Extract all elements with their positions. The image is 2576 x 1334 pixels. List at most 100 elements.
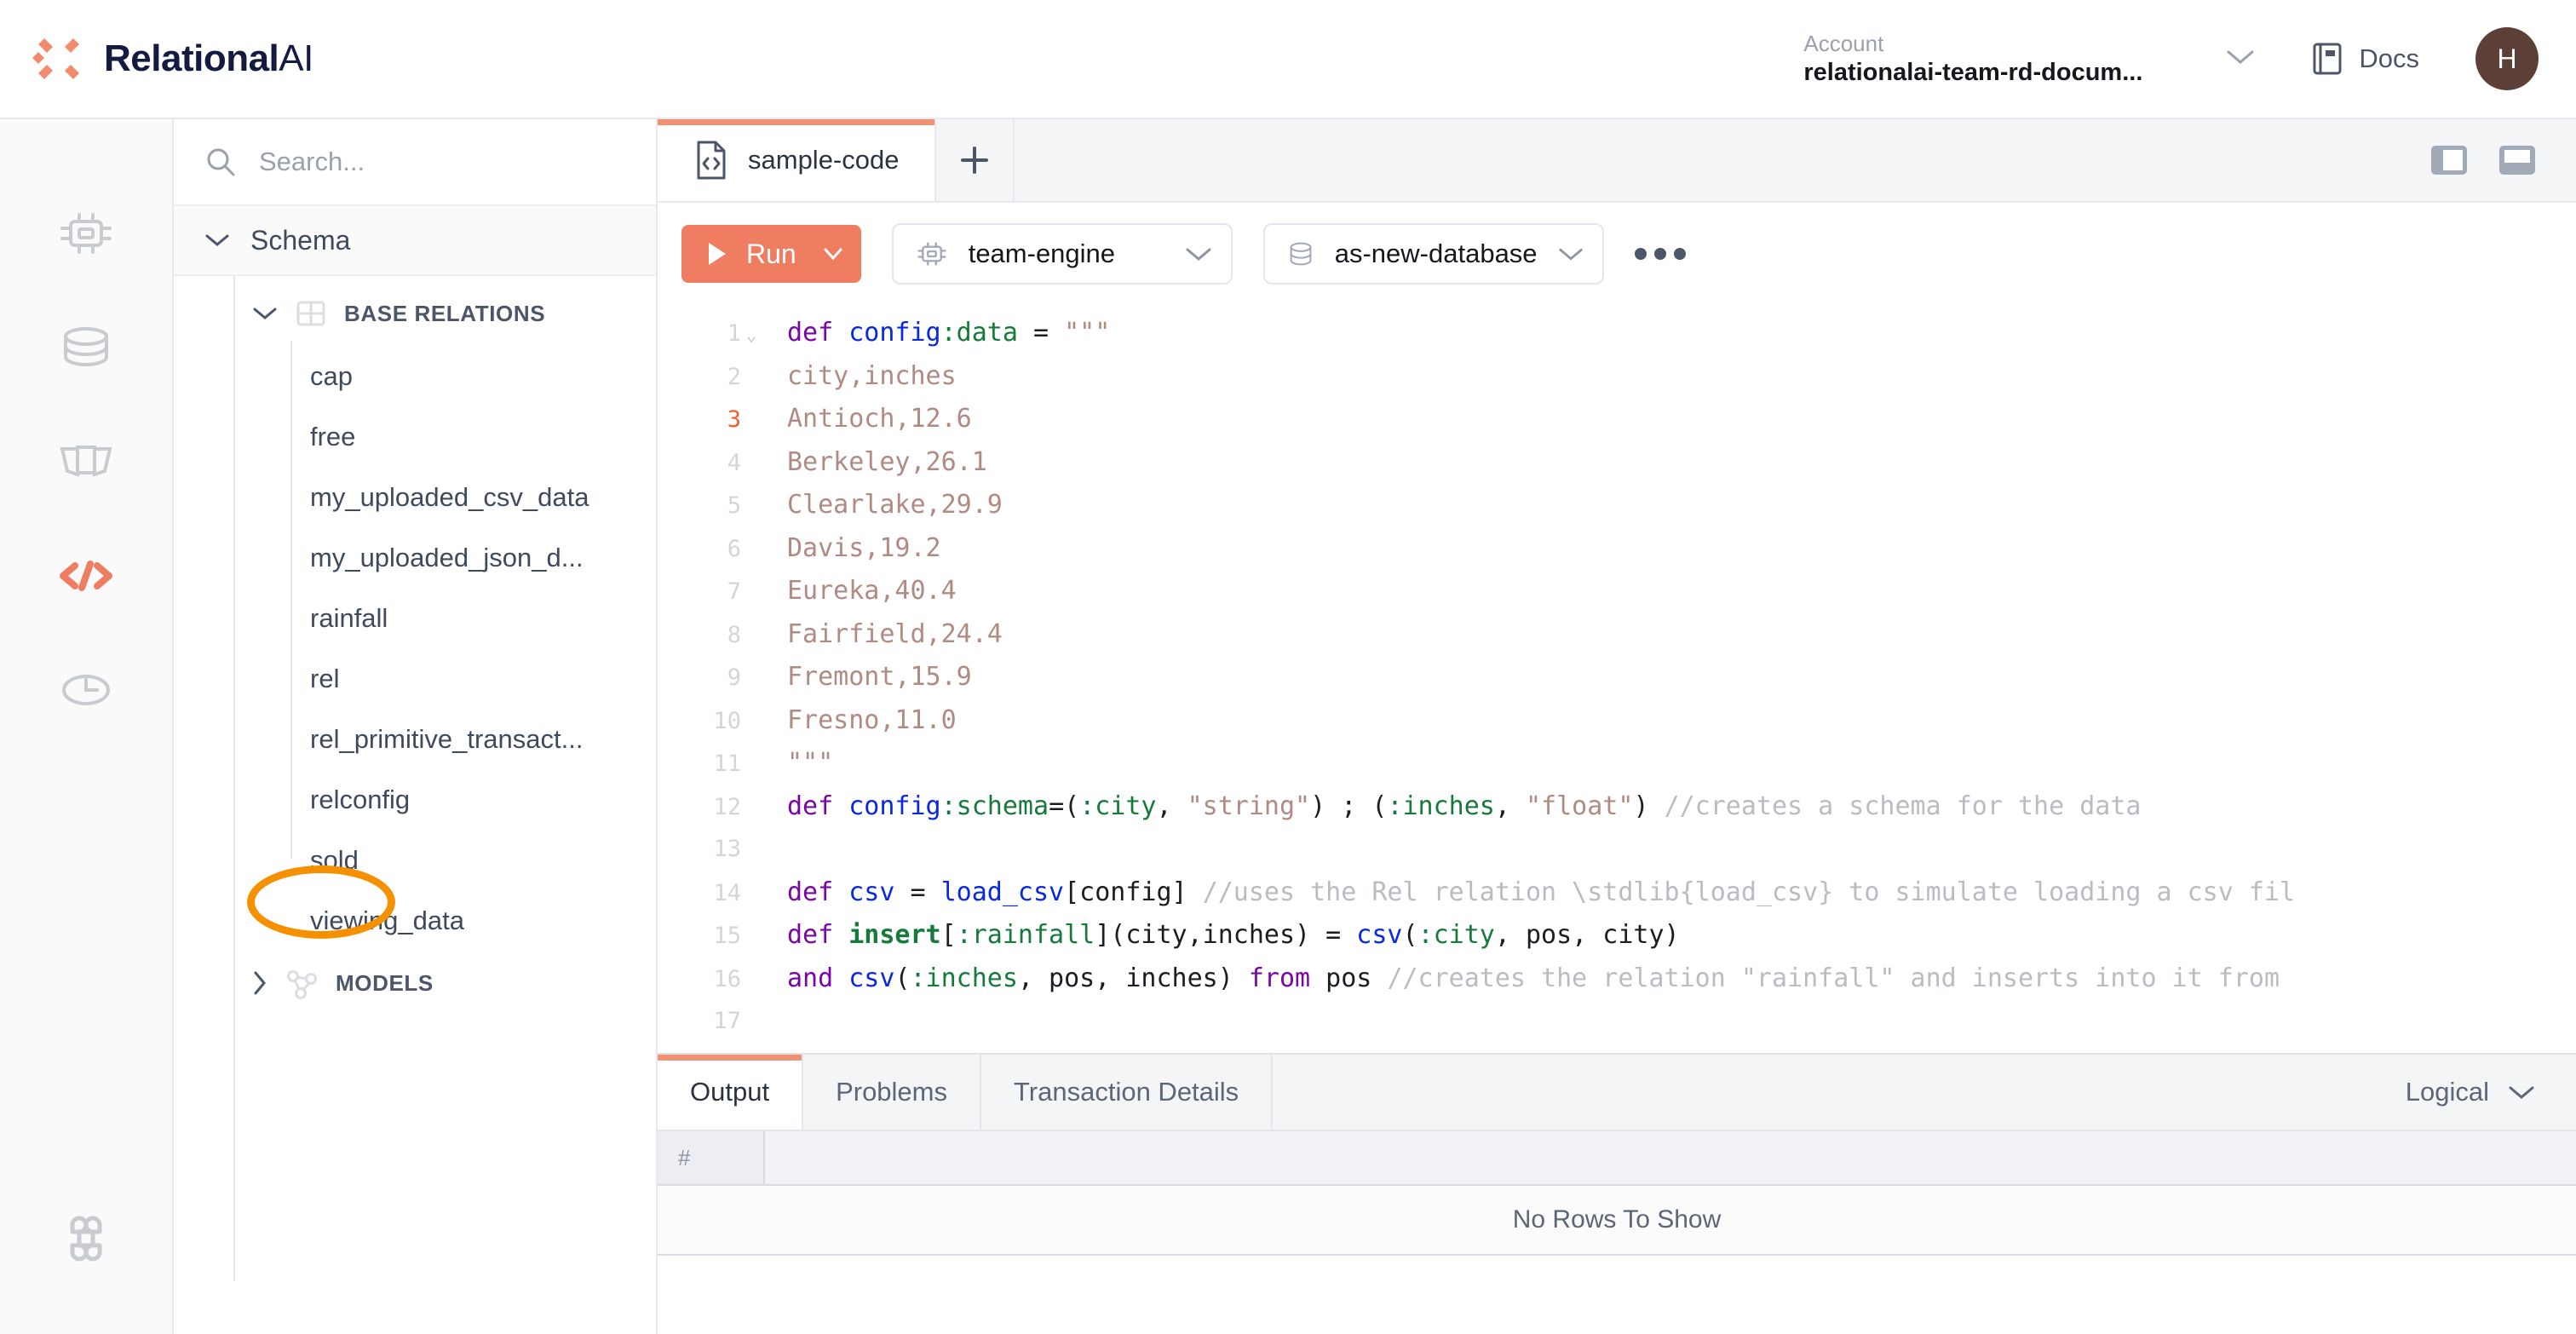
tree-item-cap[interactable]: cap [174, 346, 656, 406]
tree-group-base-relations[interactable]: BASE RELATIONS [174, 281, 656, 346]
tree-item-viewing-data[interactable]: viewing_data [174, 890, 656, 951]
brand-logo[interactable]: RelationalAI [0, 35, 313, 83]
tree-item-free[interactable]: free [174, 406, 656, 467]
code-line[interactable]: 1 ⌄ def config:data = """ [658, 312, 2576, 355]
rail-item-shortcuts[interactable] [42, 1194, 130, 1283]
run-chevron-down-icon[interactable] [814, 245, 853, 262]
file-code-icon [697, 141, 726, 180]
code-line[interactable]: 12 def config:schema=(:city, "string") ; … [658, 785, 2576, 829]
output-tab-transaction-details[interactable]: Transaction Details [981, 1055, 1274, 1130]
code-token: ( [894, 963, 911, 993]
bottom-panel-icon[interactable] [2498, 143, 2537, 177]
tree-item-relconfig[interactable]: relconfig [174, 769, 656, 830]
code-token: ](city,inches) = [1095, 920, 1357, 950]
code-line[interactable]: 11 """ [658, 742, 2576, 785]
database-selector[interactable]: as-new-database [1262, 223, 1604, 285]
tree-guide-line-2 [290, 341, 292, 859]
code-line[interactable]: 5 Clearlake,29.9 [658, 484, 2576, 527]
main-area: sample-code Run team-engine as-new-datab… [658, 119, 2576, 1334]
tab-sample-code[interactable]: sample-code [658, 119, 937, 201]
code-line[interactable]: 7 Eureka,40.4 [658, 570, 2576, 613]
code-line-text: Fresno,11.0 [773, 699, 957, 743]
code-token: Antioch,12.6 [787, 404, 972, 434]
run-button[interactable]: Run [681, 225, 861, 283]
code-token: , pos, inches) [1017, 963, 1249, 993]
search-bar[interactable]: Search... [174, 119, 656, 206]
rail-item-database[interactable] [42, 303, 130, 392]
rail-item-history[interactable] [42, 646, 130, 734]
app-body: Search... Schema BASE RELATIONS cap free… [0, 119, 2576, 1334]
column-header-index[interactable]: # [658, 1131, 765, 1184]
code-token: from [1248, 963, 1311, 993]
account-selector[interactable]: Account relationalai-team-rd-docum... [1803, 30, 2204, 89]
tree-item-rel[interactable]: rel [174, 648, 656, 709]
code-token: ( [1402, 920, 1418, 950]
code-line[interactable]: 14 def csv = load_csv[config] //uses the … [658, 871, 2576, 915]
rail-item-model[interactable] [42, 417, 130, 506]
code-lines[interactable]: 1 ⌄ def config:data = """ 2 city,inches 3 Anti… [658, 305, 2576, 1044]
line-number: 3 [727, 406, 741, 433]
schema-header[interactable]: Schema [174, 206, 656, 276]
brand-name: RelationalAI [104, 40, 313, 78]
code-token: config [848, 791, 941, 821]
avatar-initial: H [2497, 43, 2517, 74]
code-line[interactable]: 4 Berkeley,26.1 [658, 441, 2576, 485]
schema-sidebar: Search... Schema BASE RELATIONS cap free… [174, 119, 658, 1334]
clock-icon [62, 675, 110, 705]
code-editor[interactable]: 1 ⌄ def config:data = """ 2 city,inches 3 Anti… [658, 305, 2576, 1053]
search-input[interactable]: Search... [259, 147, 365, 177]
engine-selector[interactable]: team-engine [891, 223, 1233, 285]
code-token: , [1494, 791, 1526, 821]
run-label: Run [746, 238, 796, 269]
code-token: :inches [1387, 791, 1495, 821]
chip-icon [917, 242, 946, 266]
fold-chevron-down-icon[interactable]: ⌄ [746, 313, 773, 357]
code-token: //creates a schema for the data [1664, 791, 2142, 821]
chevron-down-icon [2509, 1086, 2534, 1099]
code-line[interactable]: 8 Fairfield,24.4 [658, 613, 2576, 657]
play-icon [709, 243, 726, 265]
code-line[interactable]: 17 [658, 1000, 2576, 1044]
tab-label: sample-code [748, 145, 900, 175]
tree-item-rel-primitive-transaction[interactable]: rel_primitive_transact... [174, 709, 656, 769]
chevron-down-icon [1558, 248, 1583, 261]
tree-item-my-uploaded-csv-data[interactable]: my_uploaded_csv_data [174, 467, 656, 527]
tree-item-rainfall[interactable]: rainfall [174, 588, 656, 648]
code-line-text: city,inches [773, 355, 957, 399]
account-chevron-down-icon[interactable] [2226, 49, 2255, 70]
avatar[interactable]: H [2475, 27, 2539, 90]
code-line-text: Eureka,40.4 [773, 570, 957, 613]
ellipsis-dot [1653, 248, 1666, 260]
code-line[interactable]: 3 Antioch,12.6 [658, 398, 2576, 441]
new-tab-button[interactable] [936, 119, 1015, 201]
code-line[interactable]: 16 and csv(:inches, pos, inches) from pos… [658, 957, 2576, 1001]
chevron-down-icon [1186, 248, 1211, 261]
code-line[interactable]: 15 def insert[:rainfall](city,inches) = c… [658, 914, 2576, 957]
code-token: [config] [1064, 877, 1203, 907]
ellipsis-dot [1634, 248, 1647, 260]
code-token: """ [1064, 318, 1111, 348]
code-line[interactable]: 9 Fremont,15.9 [658, 656, 2576, 699]
more-options-button[interactable] [1634, 248, 1686, 260]
brand-name-main: Relational [104, 37, 279, 79]
code-line[interactable]: 6 Davis,19.2 [658, 527, 2576, 571]
output-tab-problems[interactable]: Problems [803, 1055, 981, 1130]
output-tab-output[interactable]: Output [658, 1055, 804, 1130]
code-line[interactable]: 10 Fresno,11.0 [658, 699, 2576, 743]
code-token: :schema [940, 791, 1049, 821]
output-mode-label: Logical [2405, 1077, 2489, 1107]
rail-item-editor[interactable] [42, 532, 130, 620]
tree-item-sold[interactable]: sold [174, 830, 656, 890]
tree-item-my-uploaded-json-data[interactable]: my_uploaded_json_d... [174, 527, 656, 588]
tree-item-label: my_uploaded_csv_data [310, 481, 589, 512]
tree-group-models[interactable]: MODELS [174, 951, 656, 1015]
code-line-text: Berkeley,26.1 [773, 441, 987, 485]
output-mode-selector[interactable]: Logical [2406, 1055, 2576, 1130]
brand-name-suffix: AI [279, 37, 313, 79]
rail-item-engine[interactable] [42, 189, 130, 278]
docs-button[interactable]: Docs [2311, 41, 2419, 77]
code-line[interactable]: 13 [658, 828, 2576, 871]
code-line[interactable]: 2 city,inches [658, 355, 2576, 399]
table-icon [296, 301, 325, 326]
side-panel-icon[interactable] [2429, 143, 2469, 177]
